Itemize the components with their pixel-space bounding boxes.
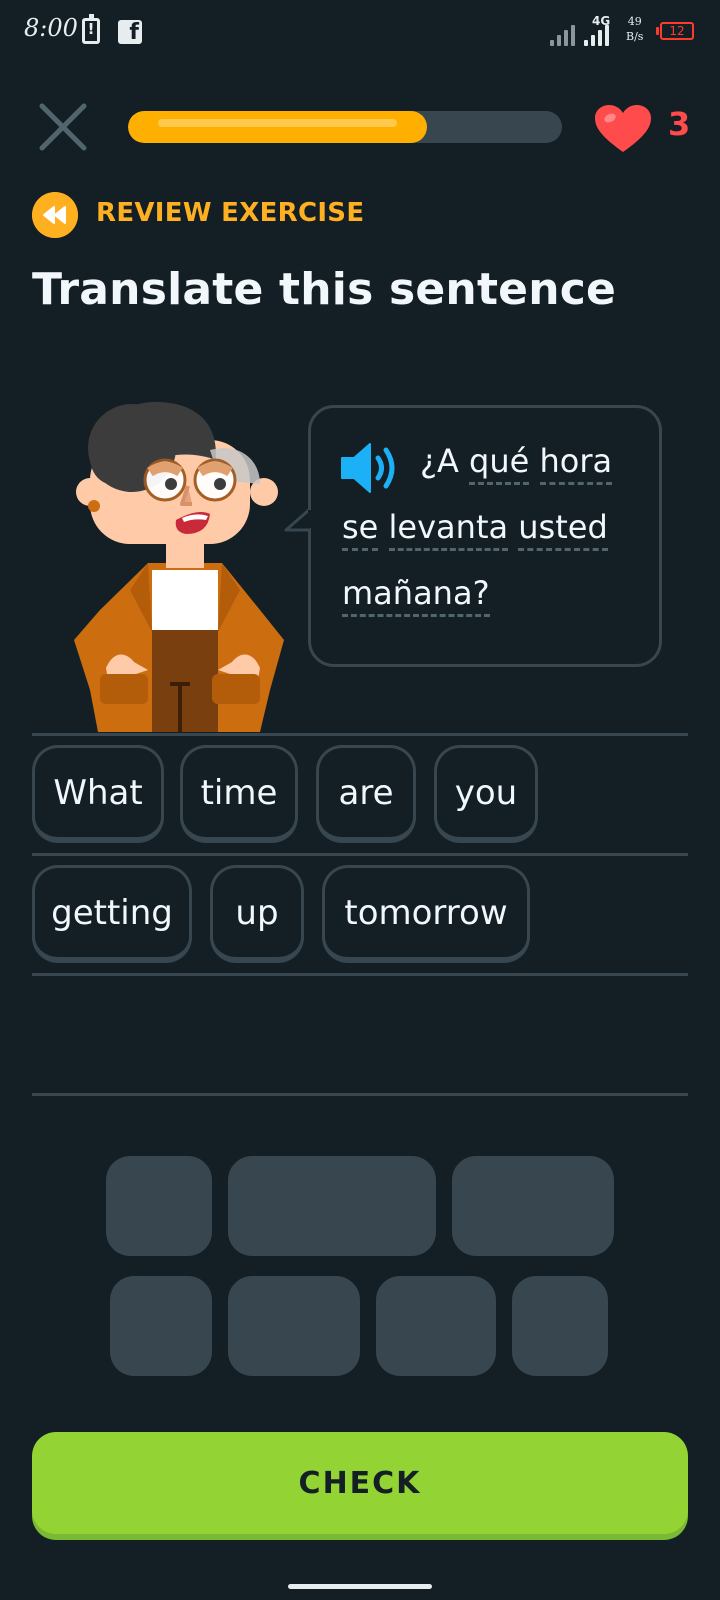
prompt-line: mañana? xyxy=(342,574,490,617)
signal-bar xyxy=(571,25,575,46)
answer-word-chip[interactable]: What xyxy=(32,745,164,843)
signal-bar xyxy=(605,25,609,46)
review-exercise-label: REVIEW EXERCISE xyxy=(96,198,365,228)
battery-indicator: 12 xyxy=(656,22,694,40)
signal-bar xyxy=(557,35,561,46)
answer-word-chip[interactable]: tomorrow xyxy=(322,865,530,963)
answer-line xyxy=(32,1093,688,1096)
network-speed-value: 49 xyxy=(627,15,642,28)
progress-shine xyxy=(158,119,398,127)
answer-word-chip[interactable]: you xyxy=(434,745,538,843)
signal-bar xyxy=(564,30,568,46)
word-bank-slot xyxy=(452,1156,614,1256)
prompt-line: ¿A qué hora xyxy=(420,442,613,485)
prompt-word[interactable]: mañana? xyxy=(342,574,490,617)
lesson-progress-bar xyxy=(128,111,562,143)
signal-bar xyxy=(584,40,588,46)
prompt-word: ¿A xyxy=(420,442,459,480)
word-bank-slot xyxy=(512,1276,608,1376)
network-speed-unit: B/s xyxy=(626,30,644,43)
answer-word-chip[interactable]: time xyxy=(180,745,298,843)
speaker-icon[interactable] xyxy=(340,442,404,494)
answer-line xyxy=(32,853,688,856)
signal-bar xyxy=(550,40,554,46)
heart-icon[interactable] xyxy=(594,104,652,154)
word-bank-slot xyxy=(110,1276,212,1376)
status-bar: 8:00 ! f 4G 49 B/s 12 xyxy=(0,0,720,64)
answer-word-chip[interactable]: getting xyxy=(32,865,192,963)
prompt-word[interactable]: usted xyxy=(518,508,608,551)
rewind-icon xyxy=(32,192,78,238)
exercise-title: Translate this sentence xyxy=(32,264,617,315)
signal-bar xyxy=(598,30,602,46)
prompt-word[interactable]: hora xyxy=(539,442,613,485)
word-bank-slot xyxy=(228,1156,436,1256)
status-time: 8:00 xyxy=(24,14,78,42)
signal-bar xyxy=(591,35,595,46)
speech-bubble-tail xyxy=(284,508,311,532)
word-bank-slot xyxy=(376,1276,496,1376)
word-bank-slot xyxy=(106,1156,212,1256)
lesson-screen: 8:00 ! f 4G 49 B/s 12 3 REVIEW EXERCISE … xyxy=(0,0,720,1600)
answer-line xyxy=(32,973,688,976)
check-button[interactable]: CHECK xyxy=(32,1432,688,1534)
prompt-word[interactable]: se xyxy=(342,508,379,551)
word-bank-slot xyxy=(228,1276,360,1376)
battery-alert-icon: ! xyxy=(82,14,100,44)
prompt-word[interactable]: levanta xyxy=(388,508,509,551)
prompt-word[interactable]: qué xyxy=(469,442,530,485)
close-icon[interactable] xyxy=(36,100,90,154)
character-illustration xyxy=(74,401,284,732)
answer-line xyxy=(32,733,688,736)
hearts-count: 3 xyxy=(668,105,691,143)
answer-word-chip[interactable]: are xyxy=(316,745,416,843)
network-speed: 49 B/s xyxy=(626,14,643,44)
lesson-progress-fill xyxy=(128,111,428,143)
status-indicators: 4G 49 B/s 12 xyxy=(548,12,696,48)
answer-word-chip[interactable]: up xyxy=(210,865,304,963)
prompt-line: se levanta usted xyxy=(342,508,608,551)
facebook-icon: f xyxy=(118,20,142,44)
home-indicator[interactable] xyxy=(288,1584,432,1589)
